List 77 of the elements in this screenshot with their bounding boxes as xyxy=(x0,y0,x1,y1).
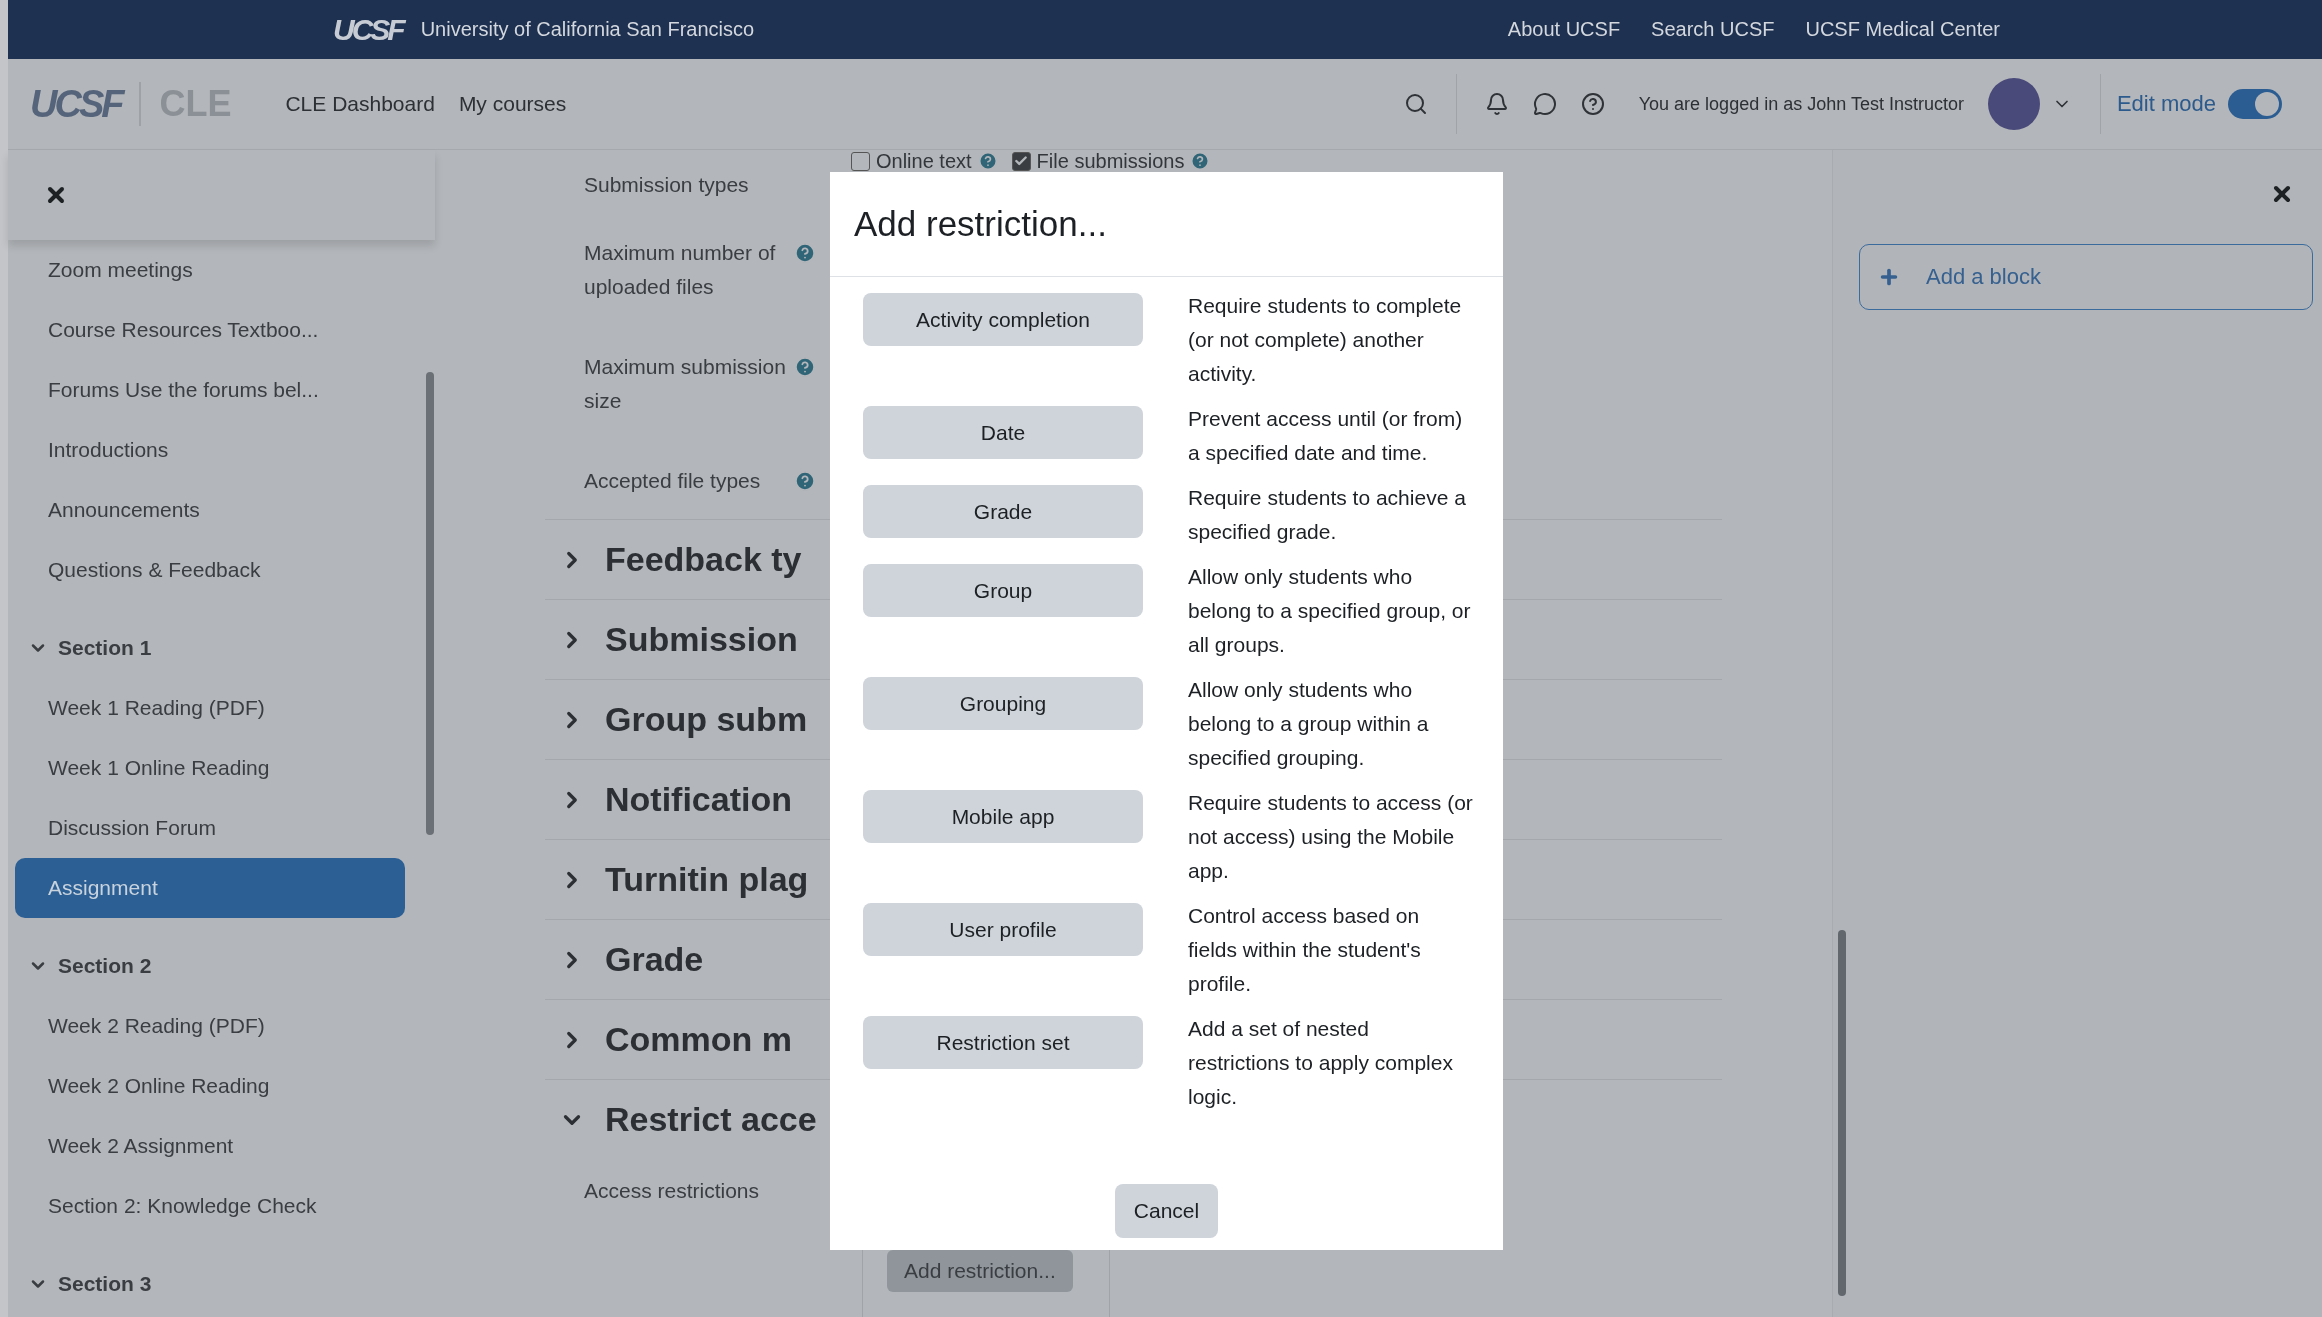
section-title[interactable]: Section 1 xyxy=(58,636,152,660)
restriction-type-button[interactable]: Grade xyxy=(863,485,1143,538)
section-heading[interactable]: Grade xyxy=(605,940,704,979)
section-heading[interactable]: Turnitin plag xyxy=(605,860,809,899)
restriction-description: Add a set of nested restrictions to apply complex logic. xyxy=(1188,1016,1454,1110)
cancel-button[interactable]: Cancel xyxy=(1114,1184,1219,1238)
modal-title: Add restriction... xyxy=(854,204,1107,244)
course-index-item[interactable]: Week 1 Reading (PDF) xyxy=(15,678,405,738)
section-heading[interactable]: Common m xyxy=(605,1020,792,1059)
restriction-description: Control access based on fields within the student's profile. xyxy=(1188,903,1422,997)
help-icon[interactable] xyxy=(977,151,998,171)
course-index-item[interactable]: Week 2 Reading (PDF) xyxy=(15,996,405,1056)
course-index-item[interactable]: Announcements xyxy=(15,480,405,540)
restriction-type-button[interactable]: Mobile app xyxy=(863,790,1143,843)
plus-icon xyxy=(1878,266,1900,288)
restriction-type-button[interactable]: Group xyxy=(863,564,1143,617)
restriction-description: Require students to achieve a specified grade. xyxy=(1188,485,1467,545)
chat-icon[interactable] xyxy=(1532,92,1557,116)
help-icon[interactable] xyxy=(794,242,816,264)
scrollbar[interactable] xyxy=(426,372,434,835)
top-link[interactable]: About UCSF xyxy=(1507,18,1621,41)
course-index-item[interactable]: Zoom meetings xyxy=(15,240,405,300)
restriction-description: Prevent access until (or from) a specified date and time. xyxy=(1188,406,1464,466)
checkbox-label: File submissions xyxy=(1036,149,1185,173)
restriction-description: Allow only students who belong to a specified group, or all groups. xyxy=(1188,564,1472,658)
course-index-item[interactable]: Week 2 Online Reading xyxy=(15,1056,405,1116)
field-label: Maximum number of uploaded files xyxy=(584,240,777,300)
section-heading[interactable]: Restrict acce xyxy=(605,1100,817,1139)
avatar[interactable] xyxy=(1987,78,2040,130)
restriction-type-button[interactable]: Restriction set xyxy=(863,1016,1143,1069)
section-title[interactable]: Section 2 xyxy=(58,954,152,978)
course-index-item[interactable]: Week 2 Assignment xyxy=(15,1116,405,1176)
site-title: University of California San Francisco xyxy=(420,18,755,41)
field-label: Maximum submission size xyxy=(584,354,787,414)
section-heading[interactable]: Group subm xyxy=(605,700,808,739)
nav-link[interactable]: My courses xyxy=(458,92,567,116)
scrollbar[interactable] xyxy=(1838,930,1846,1296)
section-heading[interactable]: Feedback ty xyxy=(605,540,802,579)
section-heading[interactable]: Notification xyxy=(605,780,792,819)
field-label: Submission types xyxy=(584,172,750,198)
nav-link[interactable]: CLE Dashboard xyxy=(285,92,435,116)
help-icon[interactable] xyxy=(1190,151,1211,171)
restriction-description: Require students to complete (or not complete) another activity. xyxy=(1188,293,1463,387)
restriction-description: Require students to access (or not access) using the Mobile app. xyxy=(1188,790,1473,884)
course-index-item[interactable]: Assignment xyxy=(15,858,405,918)
search-icon[interactable] xyxy=(1403,92,1428,116)
field-label: Access restrictions xyxy=(584,1179,761,1203)
top-link[interactable]: Search UCSF xyxy=(1651,18,1775,41)
field-label: Accepted file types xyxy=(584,468,762,494)
restriction-type-button[interactable]: Activity completion xyxy=(863,293,1143,346)
bell-icon[interactable] xyxy=(1484,92,1509,116)
logo[interactable]: UCSF xyxy=(333,12,403,47)
edit-mode-label: Edit mode xyxy=(2116,91,2216,117)
checkbox[interactable] xyxy=(851,151,870,171)
checkbox-label: Online text xyxy=(876,149,972,173)
course-index-item[interactable]: Week 1 Online Reading xyxy=(15,738,405,798)
help-icon[interactable] xyxy=(794,470,816,492)
help-icon[interactable] xyxy=(794,356,816,378)
help-icon[interactable] xyxy=(1580,92,1605,116)
login-info: You are logged in as John Test Instructor xyxy=(1638,93,1964,115)
section-heading[interactable]: Submission xyxy=(605,620,798,659)
restriction-type-button[interactable]: Date xyxy=(863,406,1143,459)
restriction-type-button[interactable]: User profile xyxy=(863,903,1143,956)
course-index-item[interactable]: Section 2: Knowledge Check xyxy=(15,1176,405,1236)
course-index-item[interactable]: Forums Use the forums bel... xyxy=(15,360,405,420)
checkbox[interactable] xyxy=(1011,151,1031,171)
add-restriction-button[interactable]: Add restriction... xyxy=(887,1250,1073,1292)
edit-mode-toggle[interactable] xyxy=(2228,89,2282,119)
course-index-item[interactable]: Discussion Forum xyxy=(15,798,405,858)
section-title[interactable]: Section 3 xyxy=(58,1272,152,1296)
top-link[interactable]: UCSF Medical Center xyxy=(1805,18,2000,41)
check-icon xyxy=(1014,154,1029,168)
restriction-description: Allow only students who belong to a group within a specified grouping. xyxy=(1188,677,1430,771)
course-index-item[interactable]: Questions & Feedback xyxy=(15,540,405,600)
restriction-type-button[interactable]: Grouping xyxy=(863,677,1143,730)
course-index-item[interactable]: Introductions xyxy=(15,420,405,480)
course-index-item[interactable]: Course Resources Textboo... xyxy=(15,300,405,360)
